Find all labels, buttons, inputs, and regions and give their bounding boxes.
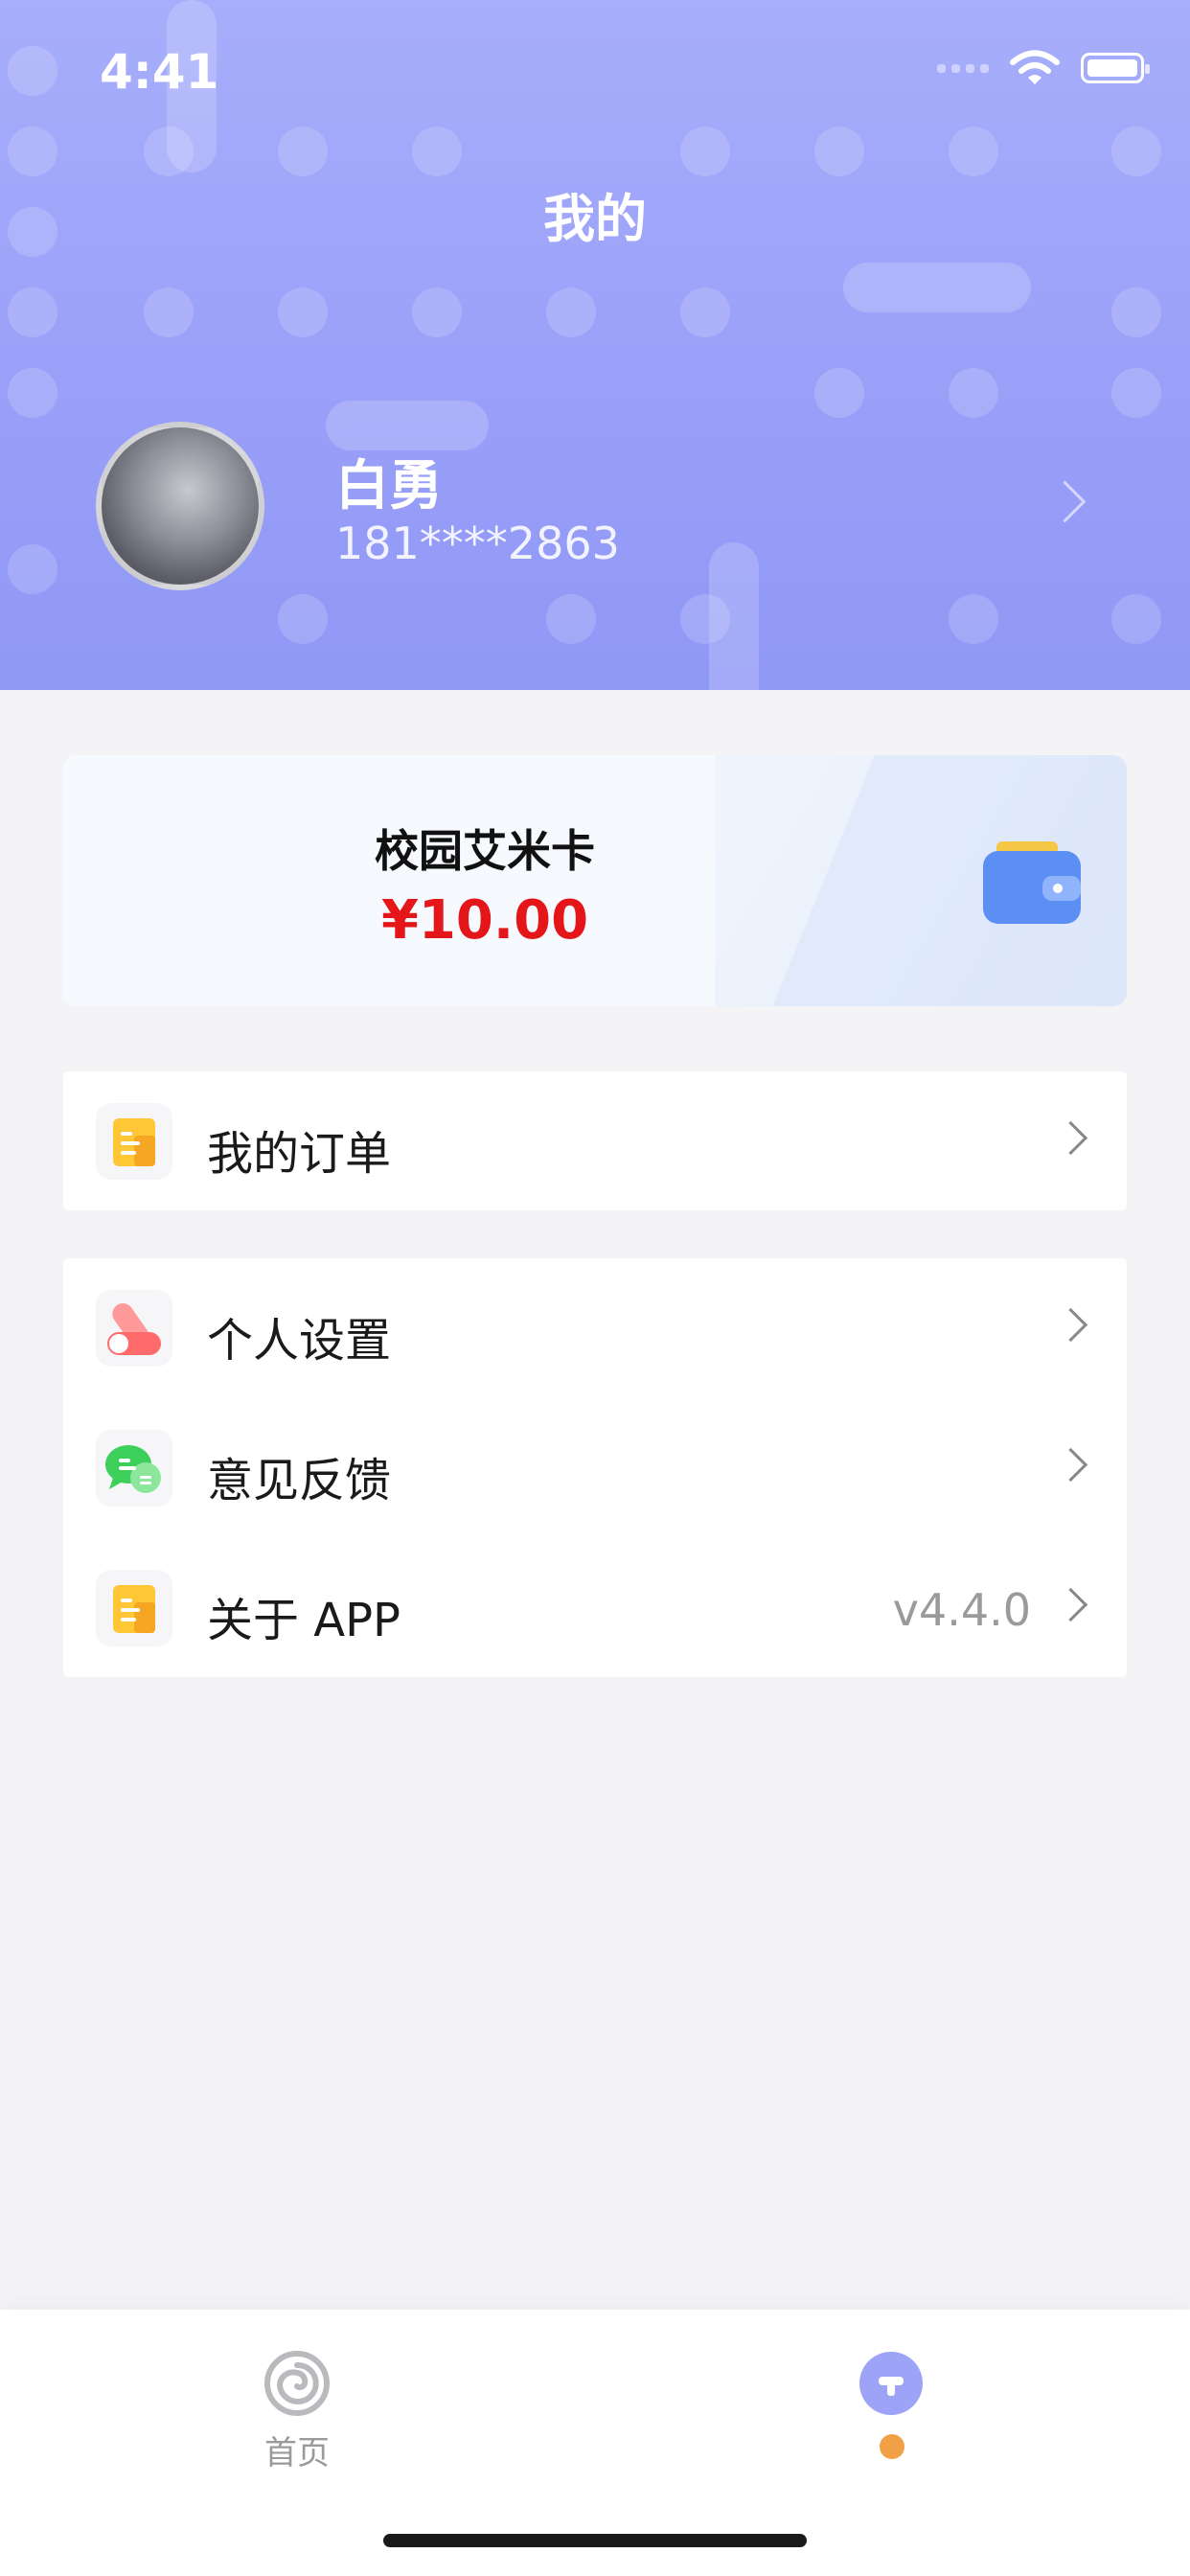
status-time: 4:41 — [100, 44, 219, 100]
pattern-dot — [412, 126, 462, 176]
mine-icon — [859, 2352, 923, 2415]
pattern-dot — [814, 126, 864, 176]
avatar[interactable] — [96, 422, 264, 590]
chevron-right-icon — [1053, 1307, 1088, 1343]
pattern-pill — [843, 263, 1031, 312]
pattern-dot — [1111, 288, 1161, 337]
menu-item-label: 意见反馈 — [207, 1454, 392, 1507]
pattern-dot — [546, 288, 596, 337]
pattern-dot — [1111, 126, 1161, 176]
card-balance: ¥10.00 — [380, 889, 589, 952]
tab-home[interactable]: 首页 — [201, 2338, 393, 2472]
pattern-dot — [144, 288, 194, 337]
profile-header: 4:41 我的 白勇 181****2863 — [0, 0, 1190, 690]
pattern-dot — [1111, 368, 1161, 418]
menu-item-settings[interactable]: 个人设置 — [63, 1258, 1127, 1397]
pattern-dot — [8, 288, 57, 337]
pattern-dot — [278, 594, 328, 644]
user-name: 白勇 — [335, 455, 443, 518]
settings-toggle-icon — [96, 1290, 172, 1367]
page-title: 我的 — [543, 189, 647, 249]
menu-item-label: 个人设置 — [207, 1314, 392, 1368]
pattern-dot — [949, 594, 998, 644]
pattern-dot — [814, 368, 864, 418]
pattern-dot — [546, 594, 596, 644]
spiral-home-icon — [264, 2351, 330, 2416]
pattern-dot — [1111, 594, 1161, 644]
pattern-dot — [278, 126, 328, 176]
notification-badge — [880, 2434, 904, 2459]
orders-icon — [96, 1103, 172, 1180]
pattern-pill — [709, 542, 759, 690]
chevron-right-icon — [1053, 1447, 1088, 1483]
menu-item-label: 我的订单 — [207, 1127, 392, 1181]
app-version: v4.4.0 — [892, 1584, 1031, 1636]
pattern-dot — [8, 126, 57, 176]
tab-mine[interactable] — [795, 2338, 987, 2472]
status-icons — [937, 50, 1150, 86]
pattern-dot — [412, 288, 462, 337]
pattern-dot — [8, 544, 57, 594]
user-phone: 181****2863 — [335, 518, 620, 569]
tab-home-label: 首页 — [264, 2434, 330, 2472]
menu-item-feedback[interactable]: 意见反馈 — [63, 1398, 1127, 1537]
home-indicator — [383, 2534, 807, 2547]
chevron-right-icon[interactable] — [1043, 480, 1087, 523]
menu-group-orders: 我的订单 — [63, 1071, 1127, 1210]
about-doc-icon — [96, 1570, 172, 1646]
menu-item-about[interactable]: 关于 APP v4.4.0 — [63, 1538, 1127, 1677]
wifi-icon — [1010, 50, 1060, 84]
pattern-dot — [949, 368, 998, 418]
pattern-dot — [949, 126, 998, 176]
pattern-dot — [8, 46, 57, 96]
pattern-dot — [680, 288, 730, 337]
chevron-right-icon — [1053, 1587, 1088, 1622]
card-title: 校园艾米卡 — [375, 825, 595, 877]
menu-group-settings: 个人设置 意见反馈 关于 APP v4.4.0 — [63, 1258, 1127, 1677]
feedback-chat-icon — [96, 1430, 172, 1506]
wallet-icon — [983, 841, 1081, 924]
battery-icon — [1081, 53, 1150, 83]
cellular-signal-icon — [937, 63, 989, 73]
pattern-dot — [278, 288, 328, 337]
pattern-dot — [8, 368, 57, 418]
chevron-right-icon — [1053, 1120, 1088, 1156]
pattern-dot — [680, 126, 730, 176]
menu-item-orders[interactable]: 我的订单 — [63, 1071, 1127, 1210]
campus-card[interactable]: 校园艾米卡 ¥10.00 — [63, 755, 1127, 1006]
menu-item-label: 关于 APP — [207, 1594, 400, 1647]
